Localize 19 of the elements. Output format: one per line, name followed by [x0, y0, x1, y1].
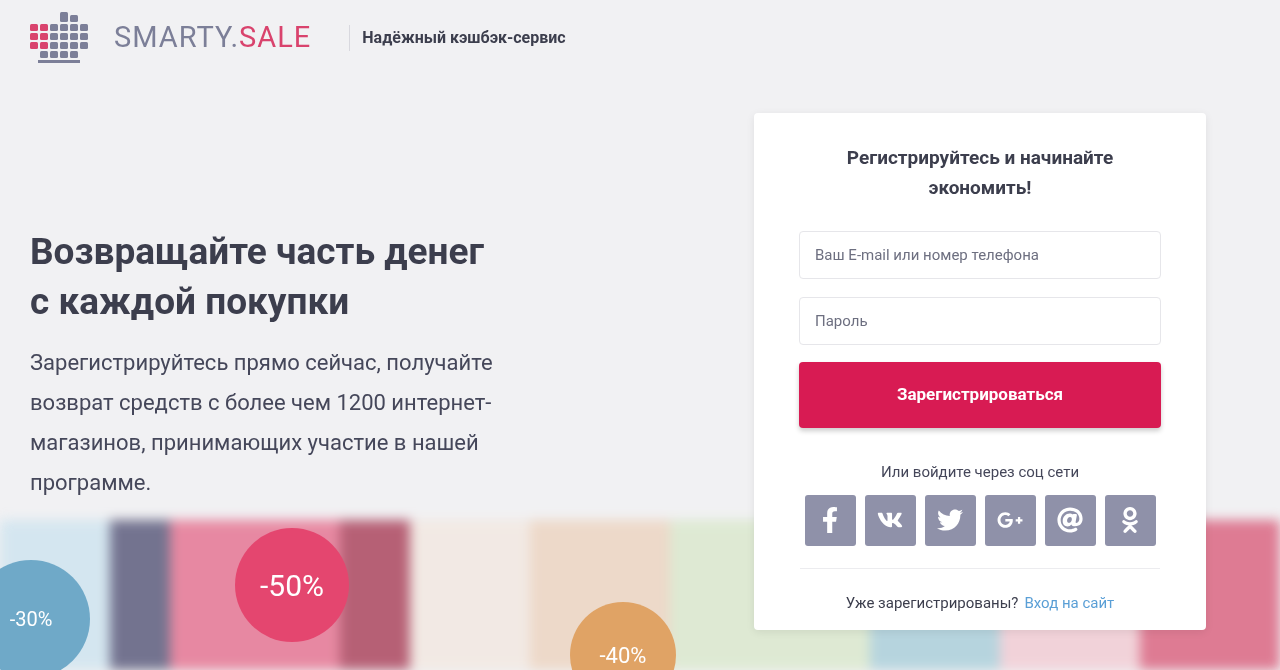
social-login-button[interactable] [1104, 494, 1156, 546]
register-button[interactable]: Зарегистрироваться [799, 362, 1161, 428]
at-sign-icon [1057, 507, 1083, 533]
login-prompt: Уже зарегистрированы? [845, 592, 1019, 614]
social-login-button[interactable] [804, 494, 856, 546]
bird-icon [937, 507, 963, 533]
hero-heading: Возвращайте часть денег с каждой покупки [30, 229, 486, 325]
tagline: Надёжный кэшбэк-сервис [362, 26, 566, 49]
social-login-button[interactable] [984, 494, 1036, 546]
social-login-button[interactable] [864, 494, 916, 546]
social-login-button[interactable] [924, 494, 976, 546]
login-link[interactable]: Вход на сайт [1024, 591, 1115, 614]
logo-wordmark[interactable]: SMARTY.SALE [114, 23, 312, 52]
hero-description: Зарегистрируйтесь прямо сейчас, получайте возврат средств с более чем 1200 интернет-магазинов, принимающих участие в нашей программе. [30, 349, 494, 497]
form-title: Регистрируйтесь и начинайте экономить! [845, 145, 1115, 201]
social-caption: Или войдите через соц сети [880, 462, 1080, 483]
input-field[interactable]: Пароль [799, 297, 1161, 345]
input-field[interactable]: Ваш E-mail или номер телефона [799, 231, 1161, 279]
social-login-button[interactable] [1044, 494, 1096, 546]
